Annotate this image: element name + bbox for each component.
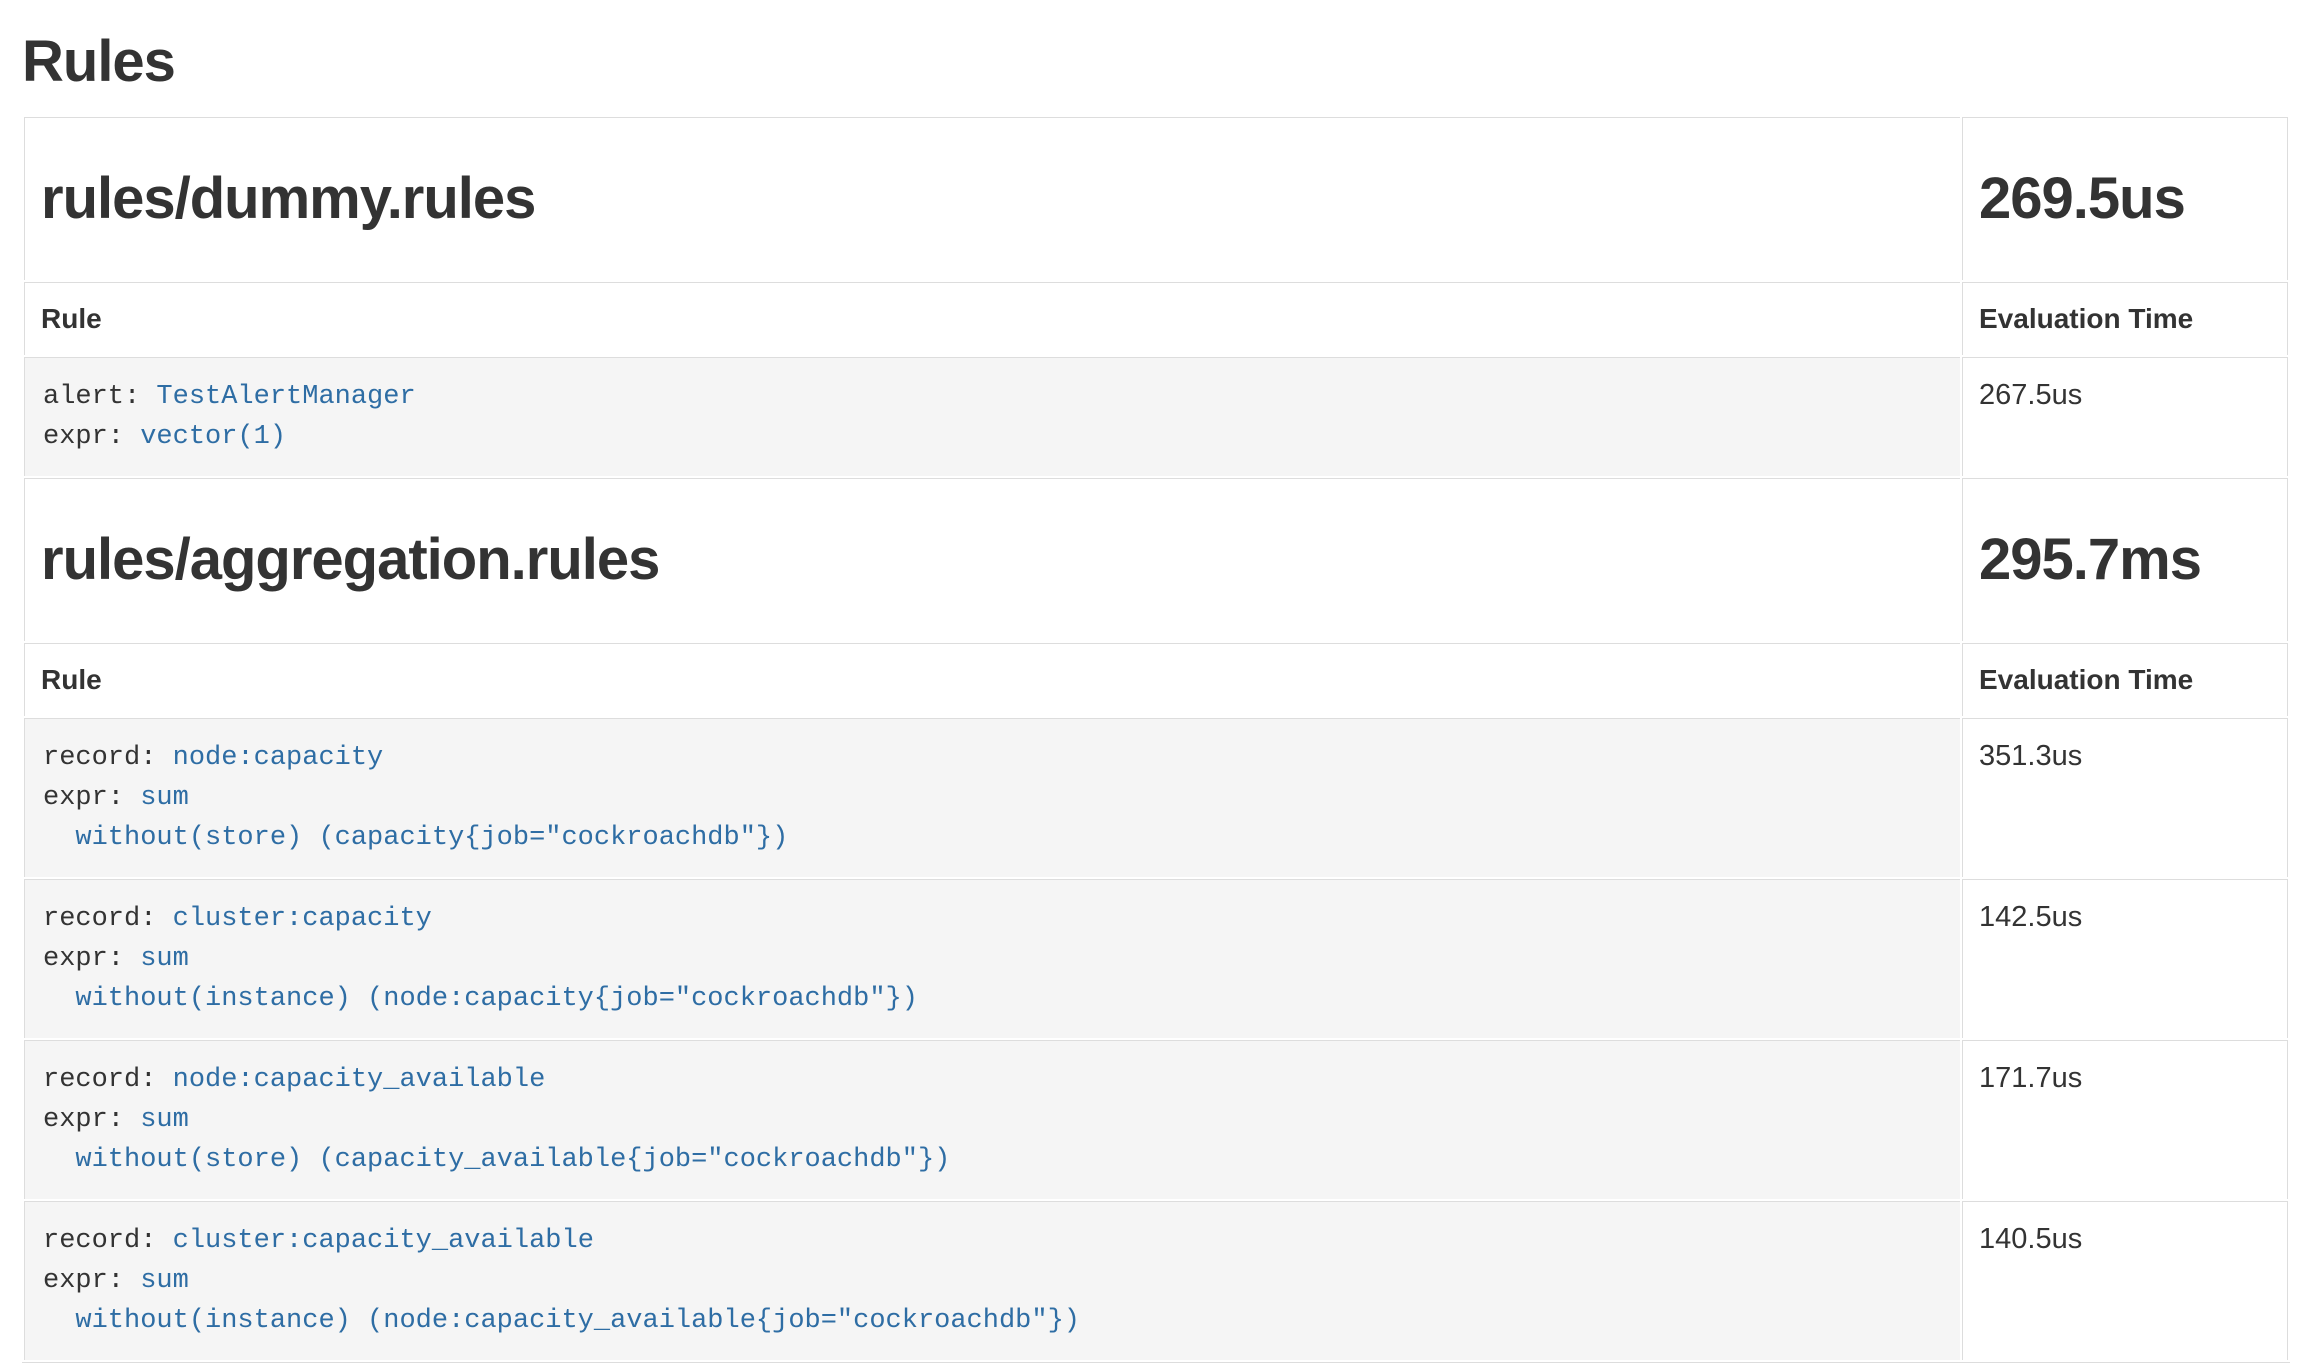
rule-evaluation-time-cell: 171.7us bbox=[1962, 1040, 2288, 1199]
column-header-evaluation-time: Evaluation Time bbox=[1962, 643, 2288, 716]
column-header-rule: Rule bbox=[24, 282, 1960, 355]
column-header-rule: Rule bbox=[24, 643, 1960, 716]
rule-link[interactable]: node:capacity_available bbox=[173, 1065, 546, 1095]
rule-evaluation-time-cell: 351.3us bbox=[1962, 718, 2288, 877]
rule-link[interactable]: cluster:capacity bbox=[173, 904, 432, 934]
rule-group-evaluation-time: 269.5us bbox=[1979, 167, 2271, 231]
rule-code: alert: TestAlertManager expr: vector(1) bbox=[43, 377, 1942, 457]
rule-code: record: cluster:capacity expr: sum witho… bbox=[43, 899, 1942, 1019]
rule-row: record: cluster:capacity expr: sum witho… bbox=[24, 879, 2288, 1038]
code-key-text: expr: bbox=[43, 422, 140, 452]
code-key-text: record: bbox=[43, 904, 173, 934]
rule-group-evaluation-time: 295.7ms bbox=[1979, 528, 2271, 592]
rule-group-header-row: rules/aggregation.rules 295.7ms bbox=[24, 478, 2288, 641]
rule-link[interactable]: TestAlertManager bbox=[156, 382, 415, 412]
rule-link[interactable]: sum bbox=[140, 1105, 189, 1135]
code-key-text: expr: bbox=[43, 944, 140, 974]
column-header-row: RuleEvaluation Time bbox=[24, 643, 2288, 716]
rule-link[interactable]: sum bbox=[140, 1266, 189, 1296]
rule-link[interactable]: sum bbox=[140, 783, 189, 813]
rule-code: record: cluster:capacity_available expr:… bbox=[43, 1221, 1942, 1341]
rule-definition-cell: alert: TestAlertManager expr: vector(1) bbox=[24, 357, 1960, 476]
rules-table-body: rules/dummy.rules269.5usRuleEvaluation T… bbox=[24, 117, 2288, 1360]
code-key-text: alert: bbox=[43, 382, 156, 412]
rule-definition-cell: record: cluster:capacity expr: sum witho… bbox=[24, 879, 1960, 1038]
rule-row: alert: TestAlertManager expr: vector(1)2… bbox=[24, 357, 2288, 476]
rules-table: rules/dummy.rules269.5usRuleEvaluation T… bbox=[22, 115, 2290, 1363]
rule-group-name-cell: rules/dummy.rules bbox=[24, 117, 1960, 280]
code-key-text: record: bbox=[43, 1226, 173, 1256]
rule-row: record: node:capacity_available expr: su… bbox=[24, 1040, 2288, 1199]
rule-group-evaluation-time-cell: 269.5us bbox=[1962, 117, 2288, 280]
rule-code: record: node:capacity expr: sum without(… bbox=[43, 738, 1942, 858]
code-key-text: record: bbox=[43, 1065, 173, 1095]
rule-group-name: rules/aggregation.rules bbox=[41, 528, 1944, 592]
column-header-evaluation-time: Evaluation Time bbox=[1962, 282, 2288, 355]
rule-group-name-cell: rules/aggregation.rules bbox=[24, 478, 1960, 641]
rule-link[interactable]: without(instance) (node:capacity_availab… bbox=[43, 1306, 1080, 1336]
rule-link[interactable]: without(instance) (node:capacity{job="co… bbox=[43, 984, 918, 1014]
rule-definition-cell: record: node:capacity_available expr: su… bbox=[24, 1040, 1960, 1199]
rule-link[interactable]: sum bbox=[140, 944, 189, 974]
rule-link[interactable]: without(store) (capacity{job="cockroachd… bbox=[43, 823, 788, 853]
page-title: Rules bbox=[22, 24, 2290, 94]
rule-group-header-row: rules/dummy.rules 269.5us bbox=[24, 117, 2288, 280]
code-key-text: expr: bbox=[43, 1105, 140, 1135]
rule-group-evaluation-time-cell: 295.7ms bbox=[1962, 478, 2288, 641]
rule-evaluation-time-cell: 142.5us bbox=[1962, 879, 2288, 1038]
rule-definition-cell: record: node:capacity expr: sum without(… bbox=[24, 718, 1960, 877]
rule-definition-cell: record: cluster:capacity_available expr:… bbox=[24, 1201, 1960, 1360]
rule-evaluation-time-cell: 267.5us bbox=[1962, 357, 2288, 476]
code-key-text: record: bbox=[43, 743, 173, 773]
rule-row: record: node:capacity expr: sum without(… bbox=[24, 718, 2288, 877]
code-key-text: expr: bbox=[43, 1266, 140, 1296]
rule-row: record: cluster:capacity_available expr:… bbox=[24, 1201, 2288, 1360]
rule-link[interactable]: without(store) (capacity_available{job="… bbox=[43, 1145, 950, 1175]
rule-group-name: rules/dummy.rules bbox=[41, 167, 1944, 231]
rule-link[interactable]: vector(1) bbox=[140, 422, 286, 452]
code-key-text: expr: bbox=[43, 783, 140, 813]
rule-evaluation-time-cell: 140.5us bbox=[1962, 1201, 2288, 1360]
column-header-row: RuleEvaluation Time bbox=[24, 282, 2288, 355]
rule-link[interactable]: cluster:capacity_available bbox=[173, 1226, 594, 1256]
rule-code: record: node:capacity_available expr: su… bbox=[43, 1060, 1942, 1180]
rule-link[interactable]: node:capacity bbox=[173, 743, 384, 773]
